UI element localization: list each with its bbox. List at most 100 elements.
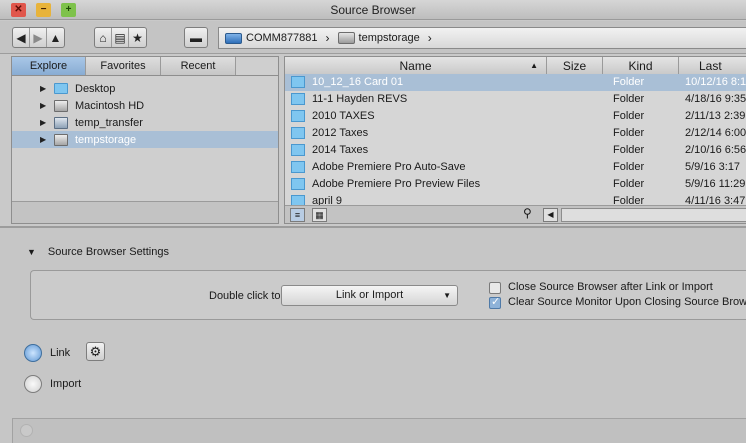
folder-icon — [291, 93, 305, 105]
file-modified: 2/12/14 6:00 — [685, 127, 746, 139]
list-icon[interactable]: ▤ — [112, 28, 129, 47]
file-modified: 5/9/16 3:17 — [685, 161, 741, 173]
tab-favorites[interactable]: Favorites — [86, 57, 161, 75]
tree-item-desktop[interactable]: ▶ Desktop — [12, 80, 278, 97]
file-kind: Folder — [613, 110, 645, 122]
breadcrumb-item-comm877881[interactable]: COMM877881 — [225, 32, 318, 44]
file-modified: 10/12/16 8:1 — [685, 76, 746, 88]
file-row[interactable]: 10_12_16 Card 01 Folder 10/12/16 8:1 — [285, 74, 746, 91]
file-kind: Folder — [613, 178, 645, 190]
list-view-icon[interactable]: ≡ — [290, 208, 305, 222]
up-arrow-icon[interactable]: ▲ — [47, 28, 64, 47]
tree-item-label: Macintosh HD — [75, 99, 145, 112]
tab-recent[interactable]: Recent — [161, 57, 236, 75]
folder-icon — [54, 83, 68, 94]
folder-icon — [291, 76, 305, 88]
double-click-dropdown[interactable]: Link or Import ▼ — [281, 285, 458, 306]
file-row[interactable]: Adobe Premiere Pro Auto-Save Folder 5/9/… — [285, 159, 746, 176]
file-name: 2010 TAXES — [312, 110, 375, 122]
file-modified: 2/11/13 2:39 — [685, 110, 746, 122]
sort-ascending-icon: ▲ — [530, 61, 538, 70]
window-title: Source Browser — [330, 3, 416, 17]
disclosure-triangle-icon[interactable]: ▼ — [27, 247, 36, 257]
tree-item-label: tempstorage — [75, 133, 137, 146]
file-row[interactable]: 2014 Taxes Folder 2/10/16 6:56 — [285, 142, 746, 159]
tree-item-temp-transfer[interactable]: ▶ temp_transfer — [12, 114, 278, 131]
tree-item-macintosh-hd[interactable]: ▶ Macintosh HD — [12, 97, 278, 114]
file-row[interactable]: 2010 TAXES Folder 2/11/13 2:39 — [285, 108, 746, 125]
file-kind: Folder — [613, 76, 645, 88]
drive-group: ▬ — [184, 27, 208, 48]
file-modified: 2/10/16 6:56 — [685, 144, 746, 156]
file-list-panel: Name ▲ Size Kind Last Mod 10_12_16 Card … — [284, 56, 746, 224]
scroll-left-icon[interactable]: ◀ — [543, 208, 558, 222]
favorite-star-icon[interactable]: ★ — [129, 28, 146, 47]
file-name: Adobe Premiere Pro Auto-Save — [312, 161, 466, 173]
file-kind: Folder — [613, 93, 645, 105]
grid-view-icon[interactable]: ▦ — [312, 208, 327, 222]
dropdown-value: Link or Import — [335, 289, 404, 301]
navigation-group: ◀ ▶ ▲ — [12, 27, 65, 48]
file-list-footer: ≡ ▦ ⚲ ◀ — [285, 205, 746, 223]
file-row[interactable]: 2012 Taxes Folder 2/12/14 6:00 — [285, 125, 746, 142]
breadcrumb-separator-icon: › — [325, 31, 330, 45]
back-arrow-icon[interactable]: ◀ — [13, 28, 30, 47]
horizontal-scrollbar[interactable] — [561, 208, 746, 222]
clear-monitor-checkbox[interactable] — [489, 295, 501, 309]
column-header-label: Name — [399, 59, 432, 73]
gear-icon[interactable]: ⚙ — [86, 342, 105, 361]
file-row[interactable]: 11-1 Hayden REVS Folder 4/18/16 9:35 — [285, 91, 746, 108]
link-label: Link — [50, 347, 71, 359]
file-name: 10_12_16 Card 01 — [312, 76, 404, 88]
hard-drive-icon — [54, 99, 68, 112]
blue-drive-icon — [225, 32, 242, 44]
bottom-bar — [12, 418, 746, 443]
home-icon[interactable]: ⌂ — [95, 28, 112, 47]
breadcrumb-item-tempstorage[interactable]: tempstorage — [337, 32, 420, 44]
drive-icon[interactable]: ▬ — [185, 28, 207, 47]
file-modified: 4/18/16 9:35 — [685, 93, 746, 105]
breadcrumb-separator-icon: › — [427, 31, 432, 45]
file-name: 2012 Taxes — [312, 127, 369, 139]
settings-section-title: Source Browser Settings — [47, 246, 169, 258]
disclosure-triangle-icon[interactable]: ▶ — [40, 135, 54, 144]
explorer-footer — [12, 201, 278, 223]
settings-area — [0, 228, 746, 443]
search-icon[interactable]: ⚲ — [523, 206, 532, 220]
view-group: ⌂ ▤ ★ — [94, 27, 147, 48]
import-label: Import — [50, 378, 82, 390]
file-kind: Folder — [613, 127, 645, 139]
folder-icon — [291, 127, 305, 139]
tab-explore[interactable]: Explore — [12, 57, 86, 75]
disclosure-triangle-icon[interactable]: ▶ — [40, 84, 54, 93]
hard-drive-icon — [54, 133, 68, 146]
close-after-link-label: Close Source Browser after Link or Impor… — [508, 281, 713, 293]
tree-item-tempstorage[interactable]: ▶ tempstorage — [12, 131, 278, 148]
breadcrumb-label: COMM877881 — [246, 32, 318, 44]
status-indicator-icon — [20, 424, 33, 437]
tree-item-label: Desktop — [75, 82, 116, 95]
folder-icon — [291, 110, 305, 122]
toolbar: ◀ ▶ ▲ ⌂ ▤ ★ ▬ COMM877881 › tempstorage › — [0, 21, 746, 54]
import-radio[interactable] — [24, 375, 42, 393]
folder-icon — [291, 144, 305, 156]
disclosure-triangle-icon[interactable]: ▶ — [40, 101, 54, 110]
title-bar: ✕ − + Source Browser — [0, 0, 746, 20]
grey-drive-icon — [337, 32, 355, 44]
file-name: 2014 Taxes — [312, 144, 369, 156]
close-after-link-checkbox[interactable] — [489, 282, 501, 294]
folder-icon — [291, 161, 305, 173]
file-row[interactable]: Adobe Premiere Pro Preview Files Folder … — [285, 176, 746, 193]
file-kind: Folder — [613, 144, 645, 156]
explorer-panel: Explore Favorites Recent ▶ Desktop ▶ Mac… — [11, 56, 279, 224]
folder-icon — [291, 178, 305, 190]
link-radio[interactable] — [24, 344, 42, 362]
clear-monitor-label: Clear Source Monitor Upon Closing Source… — [508, 296, 746, 308]
disclosure-triangle-icon[interactable]: ▶ — [40, 118, 54, 127]
settings-section-header[interactable]: ▼ Source Browser Settings — [27, 246, 169, 258]
file-name: Adobe Premiere Pro Preview Files — [312, 178, 481, 190]
breadcrumb-label: tempstorage — [358, 32, 420, 44]
breadcrumb: COMM877881 › tempstorage › — [218, 27, 746, 49]
forward-arrow-icon[interactable]: ▶ — [30, 28, 47, 47]
network-drive-icon — [54, 116, 68, 129]
